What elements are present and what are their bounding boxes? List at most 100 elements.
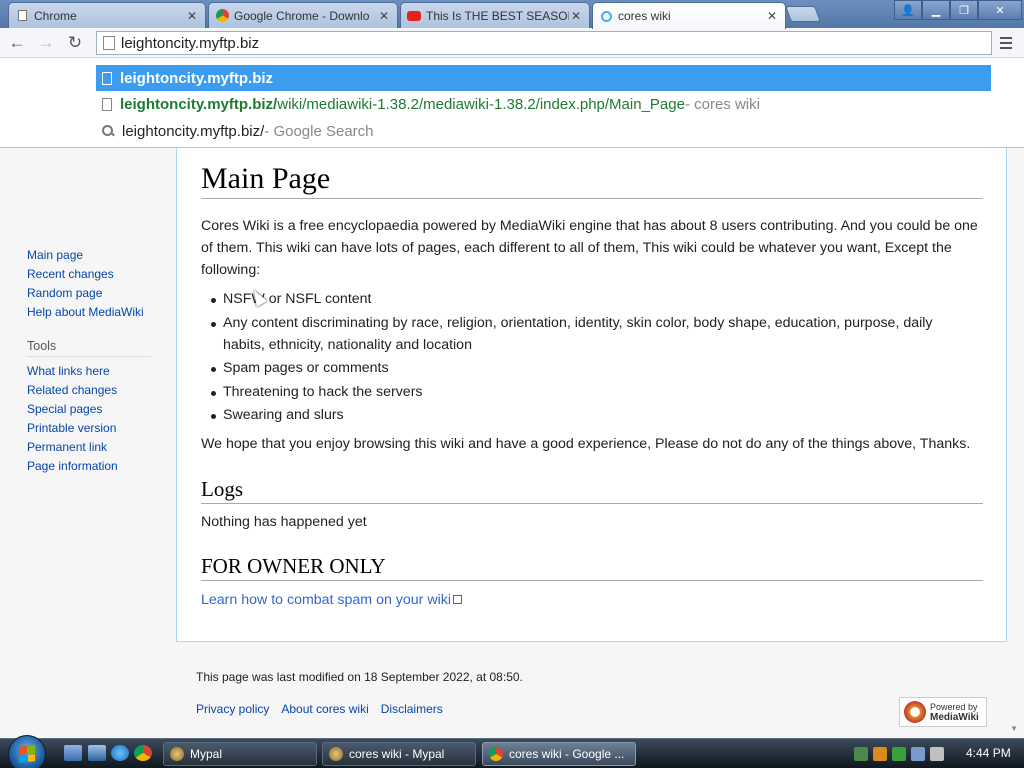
page-icon xyxy=(15,9,29,23)
taskbar-button-cores-wiki-mypal[interactable]: cores wiki - Mypal xyxy=(322,742,476,766)
search-icon xyxy=(102,125,114,137)
suggestion-bold: leightoncity.myftp.biz/ xyxy=(120,95,278,113)
start-button[interactable] xyxy=(8,735,46,768)
mypal-icon xyxy=(170,747,184,761)
tab-label: Chrome xyxy=(34,8,77,23)
suggestion-item[interactable]: leightoncity.myftp.biz xyxy=(96,65,991,91)
mediawiki-logo-icon xyxy=(904,701,926,723)
wiki-loading-icon xyxy=(599,9,613,23)
about-link[interactable]: About cores wiki xyxy=(281,702,368,716)
taskbar-label: Mypal xyxy=(190,747,223,761)
tab-youtube[interactable]: This Is THE BEST SEASON ✕ xyxy=(400,2,590,28)
tab-cores-wiki[interactable]: cores wiki ✕ xyxy=(592,2,786,29)
youtube-icon xyxy=(407,9,421,23)
logs-heading: Logs xyxy=(201,477,983,504)
external-link-icon xyxy=(452,595,462,604)
taskbar-label: cores wiki - Google ... xyxy=(509,747,625,761)
internet-explorer-icon[interactable] xyxy=(111,745,129,761)
outro-paragraph: We hope that you enjoy browsing this wik… xyxy=(201,436,971,452)
title-bar: Chrome ✕ Google Chrome - Downlo ✕ This I… xyxy=(0,0,1024,29)
suggestion-bold: leightoncity.myftp.biz xyxy=(120,69,274,87)
mypal-icon xyxy=(329,747,343,761)
system-clock[interactable]: 4:44 PM xyxy=(966,746,1011,760)
forward-arrow-icon[interactable]: → xyxy=(35,32,57,54)
address-bar[interactable] xyxy=(96,31,992,55)
list-item: NSFW or NSFL content xyxy=(211,288,973,310)
suggestion-suffix: - cores wiki xyxy=(684,95,760,113)
chrome-icon xyxy=(215,9,229,23)
network-icon[interactable] xyxy=(911,747,925,761)
page-icon xyxy=(103,36,115,50)
page-icon xyxy=(102,97,112,111)
maximize-button[interactable]: ❐ xyxy=(950,0,978,20)
user-icon[interactable]: 👤 xyxy=(894,0,922,20)
footer-links: Privacy policy About cores wiki Disclaim… xyxy=(196,702,443,716)
close-icon[interactable]: ✕ xyxy=(569,9,583,23)
sidebar-item-what-links-here[interactable]: What links here xyxy=(27,364,110,378)
windows-taskbar: Mypal cores wiki - Mypal cores wiki - Go… xyxy=(0,735,1024,768)
tab-google-chrome-download[interactable]: Google Chrome - Downlo ✕ xyxy=(208,2,398,28)
tab-chrome[interactable]: Chrome ✕ xyxy=(8,2,206,28)
sidebar-item-permanent-link[interactable]: Permanent link xyxy=(27,440,107,454)
new-tab-button[interactable] xyxy=(785,6,821,22)
wiki-content: Main Page Cores Wiki is a free encyclopa… xyxy=(176,148,1007,642)
powered-by-mediawiki-badge[interactable]: Powered by MediaWiki xyxy=(899,697,987,727)
chrome-icon xyxy=(489,747,503,761)
sidebar-item-printable-version[interactable]: Printable version xyxy=(27,421,116,435)
switch-windows-icon[interactable] xyxy=(88,745,106,761)
taskbar-button-cores-wiki-chrome[interactable]: cores wiki - Google ... xyxy=(482,742,636,766)
chrome-icon[interactable] xyxy=(134,745,152,761)
scroll-down-arrow-icon[interactable]: ▼ xyxy=(1010,724,1018,733)
taskbar-button-mypal[interactable]: Mypal xyxy=(163,742,317,766)
logs-text: Nothing has happened yet xyxy=(201,514,367,530)
page-title: Main Page xyxy=(201,162,983,199)
close-window-button[interactable]: ✕ xyxy=(978,0,1022,20)
last-modified-text: This page was last modified on 18 Septem… xyxy=(196,670,523,684)
window-controls: 👤 ▁ ❐ ✕ xyxy=(894,0,1022,20)
close-icon[interactable]: ✕ xyxy=(377,9,391,23)
minimize-button[interactable]: ▁ xyxy=(922,0,950,20)
tab-label: cores wiki xyxy=(618,9,671,23)
taskbar-label: cores wiki - Mypal xyxy=(349,747,445,761)
tab-label: Google Chrome - Downlo xyxy=(234,8,370,23)
intro-paragraph: Cores Wiki is a free encyclopaedia power… xyxy=(201,218,978,278)
sidebar-item-random-page[interactable]: Random page xyxy=(27,286,102,300)
sidebar-item-recent-changes[interactable]: Recent changes xyxy=(27,267,114,281)
checkmark-icon[interactable] xyxy=(892,747,906,761)
sidebar-item-page-information[interactable]: Page information xyxy=(27,459,118,473)
disclaimers-link[interactable]: Disclaimers xyxy=(381,702,443,716)
close-icon[interactable]: ✕ xyxy=(765,9,779,23)
list-item: Threatening to hack the servers xyxy=(211,381,973,403)
spam-help-link[interactable]: Learn how to combat spam on your wiki xyxy=(201,592,451,608)
close-icon[interactable]: ✕ xyxy=(185,9,199,23)
browser-toolbar: ← → ↻ xyxy=(0,28,1024,58)
windows-logo-icon xyxy=(19,745,35,763)
privacy-policy-link[interactable]: Privacy policy xyxy=(196,702,269,716)
show-desktop-icon[interactable] xyxy=(64,745,82,761)
page-icon xyxy=(102,71,112,85)
suggestion-item[interactable]: leightoncity.myftp.biz/ wiki/mediawiki-1… xyxy=(96,91,991,117)
reload-icon[interactable]: ↻ xyxy=(64,32,86,54)
spam-help-paragraph: Learn how to combat spam on your wiki xyxy=(201,589,991,611)
suggestion-url: wiki/mediawiki-1.38.2/mediawiki-1.38.2/i… xyxy=(277,95,685,113)
address-input[interactable] xyxy=(121,34,821,52)
back-arrow-icon[interactable]: ← xyxy=(6,32,28,54)
owner-heading: FOR OWNER ONLY xyxy=(201,554,983,581)
omnibox-suggestions: leightoncity.myftp.biz leightoncity.myft… xyxy=(0,58,1024,148)
list-item: Spam pages or comments xyxy=(211,357,973,379)
sidebar-tools-heading: Tools xyxy=(27,339,151,357)
powered-by-text: Powered by MediaWiki xyxy=(930,701,979,723)
security-shield-icon[interactable] xyxy=(873,747,887,761)
suggestion-item[interactable]: leightoncity.myftp.biz/ - Google Search xyxy=(96,118,991,144)
tab-label: This Is THE BEST SEASON xyxy=(426,8,569,23)
suggestion-suffix: - Google Search xyxy=(264,122,374,140)
menu-icon[interactable] xyxy=(996,33,1016,53)
volume-muted-icon[interactable] xyxy=(930,747,944,761)
sidebar-item-special-pages[interactable]: Special pages xyxy=(27,402,102,416)
sidebar-item-main-page[interactable]: Main page xyxy=(27,248,83,262)
sidebar-item-help[interactable]: Help about MediaWiki xyxy=(27,305,144,319)
sidebar-item-related-changes[interactable]: Related changes xyxy=(27,383,117,397)
network-status-icon[interactable] xyxy=(854,747,868,761)
list-item: Swearing and slurs xyxy=(211,404,973,426)
list-item: Any content discriminating by race, reli… xyxy=(211,312,973,356)
